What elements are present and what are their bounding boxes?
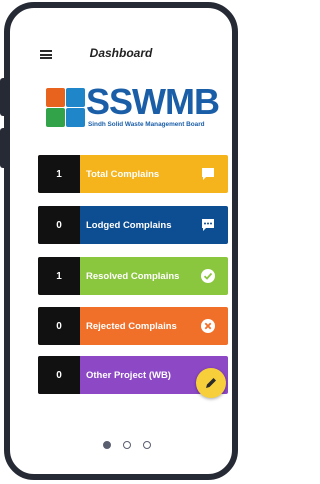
logo-tile xyxy=(66,88,85,107)
card-label: Resolved Complains xyxy=(86,270,180,282)
logo-text-ss: SS xyxy=(86,81,133,122)
card-count: 1 xyxy=(38,155,80,193)
page-dot-active[interactable] xyxy=(102,441,111,449)
logo-wordmark: SSWMB xyxy=(86,81,220,122)
logo-tiles xyxy=(46,88,86,128)
x-circle-icon xyxy=(201,319,215,333)
card-rejected-complains[interactable]: 0 Rejected Complains xyxy=(38,307,228,345)
card-resolved-complains[interactable]: 1 Resolved Complains xyxy=(38,257,228,295)
phone-frame: Dashboard SSWMB Sindh Solid Waste Manage… xyxy=(4,2,238,480)
card-total-complains[interactable]: 1 Total Complains xyxy=(38,155,228,193)
app-header: Dashboard xyxy=(10,40,232,70)
page-dot[interactable] xyxy=(123,441,131,449)
card-label: Lodged Complains xyxy=(86,219,172,231)
logo-tile xyxy=(66,108,85,127)
logo-text-wmb: WMB xyxy=(132,81,220,122)
chat-bubble-icon xyxy=(202,168,214,180)
card-count: 1 xyxy=(38,257,80,295)
card-count: 0 xyxy=(38,307,80,345)
card-label: Rejected Complains xyxy=(86,320,177,332)
logo-tile xyxy=(46,108,65,127)
card-count: 0 xyxy=(38,356,80,394)
card-label: Total Complains xyxy=(86,168,160,180)
page-indicator xyxy=(10,436,232,449)
pencil-icon xyxy=(206,378,216,388)
check-circle-icon xyxy=(201,269,215,283)
card-lodged-complains[interactable]: 0 Lodged Complains xyxy=(38,206,228,244)
sswmb-logo: SSWMB Sindh Solid Waste Management Board xyxy=(44,81,220,132)
logo-tile xyxy=(46,88,65,107)
logo-subtitle: Sindh Solid Waste Management Board xyxy=(88,121,205,128)
edit-fab-button[interactable] xyxy=(196,368,226,398)
page-dot[interactable] xyxy=(143,441,152,449)
card-count: 0 xyxy=(38,206,80,244)
chat-dots-icon xyxy=(202,219,214,231)
page-title: Dashboard xyxy=(89,46,153,60)
card-label: Other Project (WB) xyxy=(86,369,171,381)
